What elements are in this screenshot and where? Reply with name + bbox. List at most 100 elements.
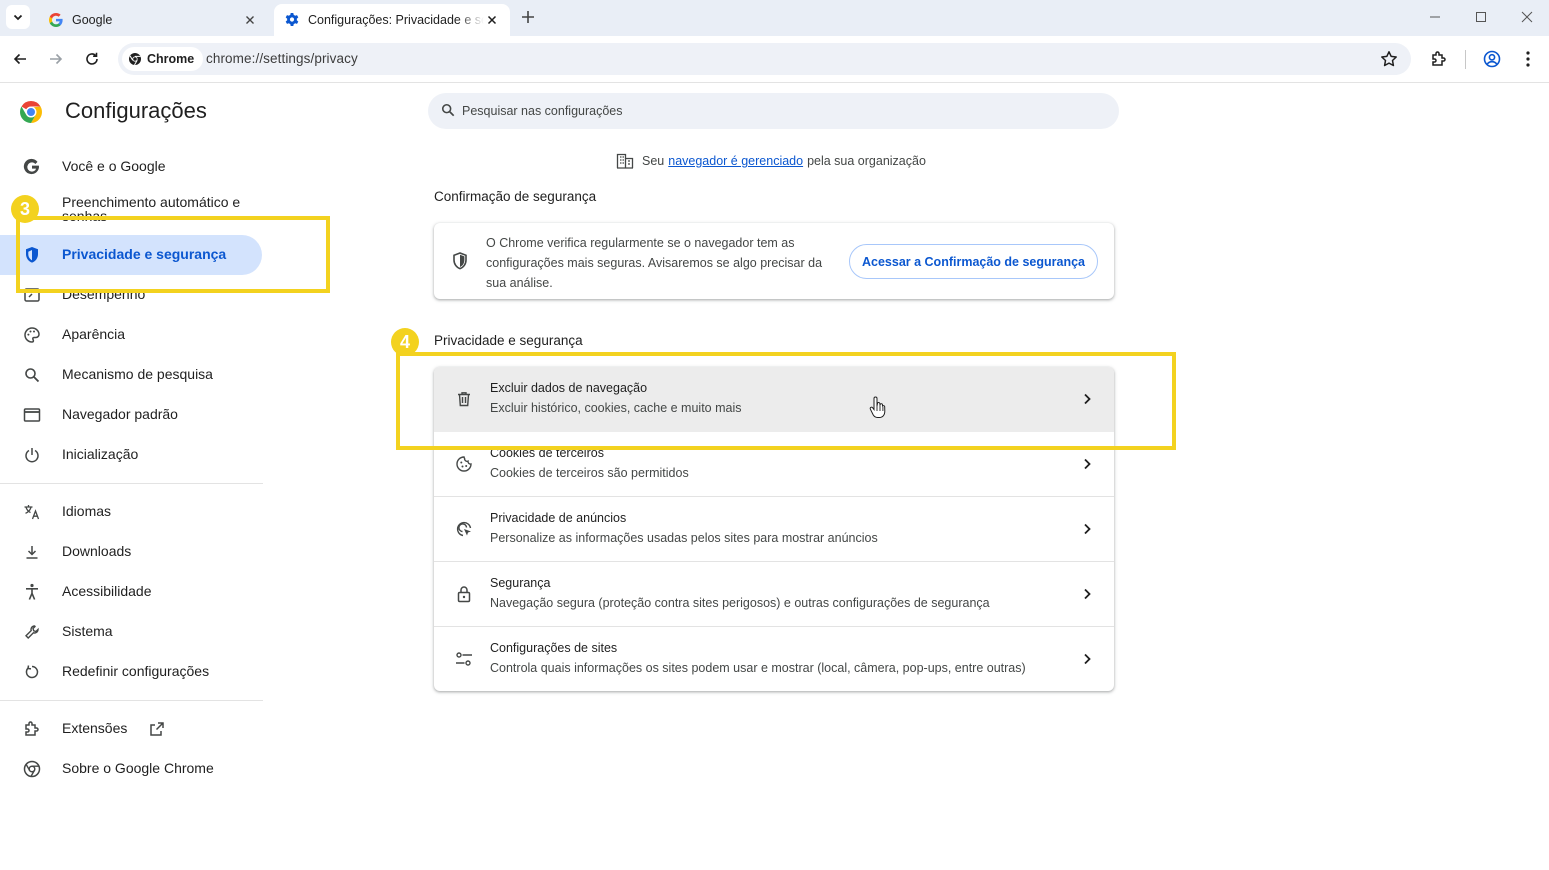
forward-button[interactable] [46,49,66,69]
toolbar-divider [1465,50,1466,69]
profile-button[interactable] [1482,49,1502,69]
row-security[interactable]: Segurança Navegação segura (proteção con… [434,562,1114,627]
step-badge-4: 4 [391,328,419,356]
row-site-settings[interactable]: Configurações de sites Controla quais in… [434,627,1114,691]
search-icon [22,366,42,384]
accessibility-icon [22,583,42,601]
managed-suffix: pela sua organização [807,154,926,168]
google-g-icon [49,13,63,27]
sidebar-item-about-chrome[interactable]: Sobre o Google Chrome [0,749,262,789]
minimize-icon [1430,16,1440,18]
row-subtitle: Navegação segura (proteção contra sites … [490,596,990,610]
reset-icon [22,663,42,681]
managed-prefix: Seu [642,154,665,168]
gear-icon [285,13,299,26]
row-subtitle: Personalize as informações usadas pelos … [490,531,878,545]
sidebar-item-label: Acessibilidade [62,583,152,599]
lock-icon [454,584,474,604]
tab-settings[interactable]: Configurações: Privacidade e segurança [274,4,510,36]
sidebar-item-label: Mecanismo de pesquisa [62,366,213,382]
chevron-right-icon [1084,653,1091,665]
chrome-menu-button[interactable] [1518,49,1538,69]
sidebar-item-default-browser[interactable]: Navegador padrão [0,395,262,435]
sidebar-item-label: Sobre o Google Chrome [62,760,214,776]
power-icon [22,446,42,464]
highlight-box-step-3 [16,216,330,293]
minimize-button[interactable] [1425,8,1445,26]
shield-check-icon [453,252,467,270]
url-text[interactable]: chrome://settings/privacy [206,51,358,66]
sidebar-item-label: Extensões [62,720,128,736]
google-g-icon [22,158,42,176]
safety-check-card: O Chrome verifica regularmente se o nave… [434,223,1114,299]
reload-button[interactable] [82,49,102,69]
tab-search-button[interactable] [6,5,30,29]
row-title: Segurança [490,576,551,590]
translate-icon [22,503,42,521]
row-subtitle: Controla quais informações os sites pode… [490,661,1026,675]
sidebar-item-system[interactable]: Sistema [0,612,262,652]
sidebar-item-downloads[interactable]: Downloads [0,532,262,572]
maximize-button[interactable] [1471,8,1491,26]
chrome-logo-icon [20,101,42,123]
safety-check-text: O Chrome verifica regularmente se o nave… [486,236,823,290]
sidebar-item-label: Redefinir configurações [62,663,210,679]
safety-check-button[interactable]: Acessar a Confirmação de segurança [849,244,1098,279]
chrome-logo [19,100,43,124]
sidebar-item-appearance[interactable]: Aparência [0,315,262,355]
safety-check-heading: Confirmação de segurança [434,189,597,204]
chevron-down-icon [13,14,23,21]
ad-privacy-icon [454,519,474,539]
row-title: Privacidade de anúncios [490,511,627,525]
cookie-icon [454,454,474,474]
close-window-button[interactable] [1517,8,1537,26]
tab-strip: Google Configurações: Privacidade e segu… [0,0,1549,36]
extensions-button[interactable] [1429,49,1449,69]
search-input[interactable]: Pesquisar nas configurações [462,104,623,118]
tab-google[interactable]: Google [38,4,268,36]
sidebar-item-accessibility[interactable]: Acessibilidade [0,572,262,612]
sidebar-item-languages[interactable]: Idiomas [0,492,262,532]
maximize-icon [1476,12,1486,22]
building-icon [616,153,634,169]
close-tab-icon[interactable] [242,12,258,28]
step-badge-3: 3 [11,195,39,223]
sidebar-item-label: Você e o Google [62,158,166,174]
open-in-new-icon [150,722,165,737]
plus-icon [522,11,534,23]
row-ad-privacy[interactable]: Privacidade de anúncios Personalize as i… [434,497,1114,562]
tab-title: Google [72,13,113,27]
search-icon [441,103,455,117]
site-info-chip[interactable]: Chrome [122,47,204,71]
managed-link[interactable]: navegador é gerenciado [668,154,803,168]
more-vertical-icon [1526,51,1530,67]
toolbar: Chrome chrome://settings/privacy [0,36,1549,83]
avatar-icon [1483,50,1501,68]
sidebar-item-extensions[interactable]: Extensões [0,709,262,749]
new-tab-button[interactable] [518,7,538,27]
privacy-heading: Privacidade e segurança [434,333,583,348]
close-tab-icon[interactable] [484,12,500,28]
sidebar-item-search-engine[interactable]: Mecanismo de pesquisa [0,355,262,395]
chevron-right-icon [1084,588,1091,600]
page-title: Configurações [65,98,207,123]
sidebar-divider [0,483,263,484]
sidebar-item-you-and-google[interactable]: Você e o Google [0,147,262,187]
chrome-icon [22,760,42,778]
chrome-icon [129,53,141,66]
sidebar-item-reset[interactable]: Redefinir configurações [0,652,262,692]
close-icon [1521,11,1533,23]
site-chip-label: Chrome [147,52,195,66]
hand-pointer-icon [869,396,886,418]
sidebar-item-label: Downloads [62,543,132,559]
sidebar-item-startup[interactable]: Inicialização [0,435,262,475]
bookmark-button[interactable] [1380,50,1398,68]
sidebar-item-label: Navegador padrão [62,406,178,422]
chevron-right-icon [1084,523,1091,535]
sidebar-item-label: Sistema [62,623,113,639]
settings-search[interactable]: Pesquisar nas configurações [428,93,1119,129]
puzzle-icon [22,720,42,738]
back-button[interactable] [10,49,30,69]
sidebar-item-label: Inicialização [62,446,139,462]
omnibox[interactable]: Chrome chrome://settings/privacy [118,43,1411,75]
